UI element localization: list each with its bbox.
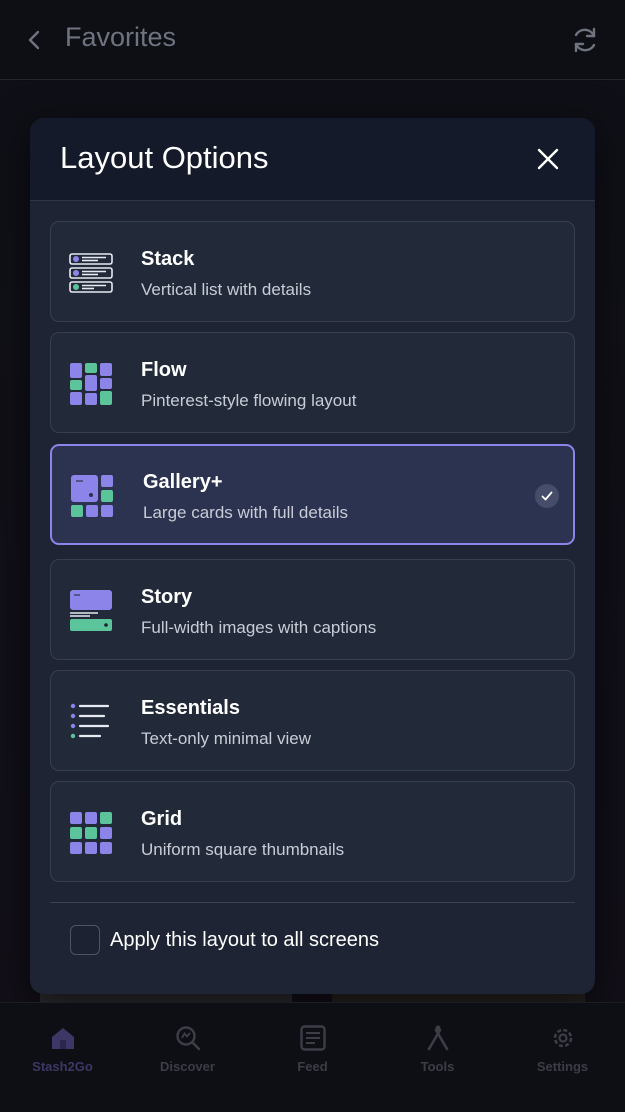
flow-layout-icon [70, 363, 112, 405]
tab-label: Stash2Go [32, 1059, 93, 1074]
option-description: Large cards with full details [143, 503, 349, 522]
option-title: Flow [141, 359, 187, 381]
close-button[interactable] [533, 144, 563, 174]
discover-icon [173, 1023, 203, 1053]
layout-option-flow[interactable]: Flow Pinterest-style flowing layout [50, 332, 575, 433]
grid-layout-icon [70, 812, 112, 854]
option-description: Text-only minimal view [141, 729, 312, 748]
selected-check-badge [535, 484, 559, 508]
layout-option-stack[interactable]: Stack Vertical list with details [50, 221, 575, 322]
option-description: Uniform square thumbnails [141, 840, 345, 859]
tab-label: Feed [297, 1059, 328, 1074]
option-description: Full-width images with captions [141, 618, 377, 637]
apply-all-label: Apply this layout to all screens [110, 928, 380, 951]
home-icon [48, 1023, 78, 1053]
option-description: Pinterest-style flowing layout [141, 391, 357, 410]
gallery-layout-icon [71, 475, 113, 517]
tab-label: Tools [420, 1059, 455, 1074]
option-title: Stack [141, 248, 195, 270]
layout-option-story[interactable]: Story Full-width images with captions [50, 559, 575, 660]
close-icon [537, 148, 559, 170]
option-title: Grid [141, 808, 183, 830]
layout-options-modal: Layout Options Stack Vertical list with … [30, 118, 595, 994]
top-bar: Favorites [0, 0, 625, 80]
apply-all-checkbox[interactable] [70, 925, 100, 955]
back-button[interactable] [20, 26, 48, 54]
tab-label: Discover [160, 1059, 215, 1074]
checkmark-icon [541, 491, 553, 501]
stack-layout-icon [69, 253, 113, 293]
tools-icon [423, 1023, 453, 1053]
tab-settings[interactable]: Settings [500, 1003, 625, 1112]
feed-icon [298, 1023, 328, 1053]
modal-header: Layout Options [30, 118, 595, 201]
tab-feed[interactable]: Feed [250, 1003, 375, 1112]
option-title: Essentials [141, 697, 240, 719]
option-description: Vertical list with details [141, 280, 312, 299]
option-title: Gallery+ [143, 471, 223, 493]
refresh-button[interactable] [567, 22, 603, 58]
refresh-icon [574, 27, 596, 53]
chevron-left-icon [28, 30, 40, 50]
apply-all-row[interactable]: Apply this layout to all screens [70, 924, 379, 956]
gear-icon [548, 1023, 578, 1053]
tab-tools[interactable]: Tools [375, 1003, 500, 1112]
essentials-layout-icon [70, 703, 110, 739]
tab-label: Settings [536, 1059, 589, 1074]
option-title: Story [141, 586, 193, 608]
bottom-tab-bar: Stash2Go Discover Feed Tools Settings [0, 1002, 625, 1112]
tab-discover[interactable]: Discover [125, 1003, 250, 1112]
story-layout-icon [70, 590, 112, 631]
page-title: Favorites [65, 22, 177, 52]
divider [50, 902, 575, 903]
layout-option-grid[interactable]: Grid Uniform square thumbnails [50, 781, 575, 882]
layout-option-gallery-plus[interactable]: Gallery+ Large cards with full details [50, 444, 575, 545]
modal-title: Layout Options [60, 140, 269, 175]
tab-stash2go[interactable]: Stash2Go [0, 1003, 125, 1112]
layout-option-essentials[interactable]: Essentials Text-only minimal view [50, 670, 575, 771]
